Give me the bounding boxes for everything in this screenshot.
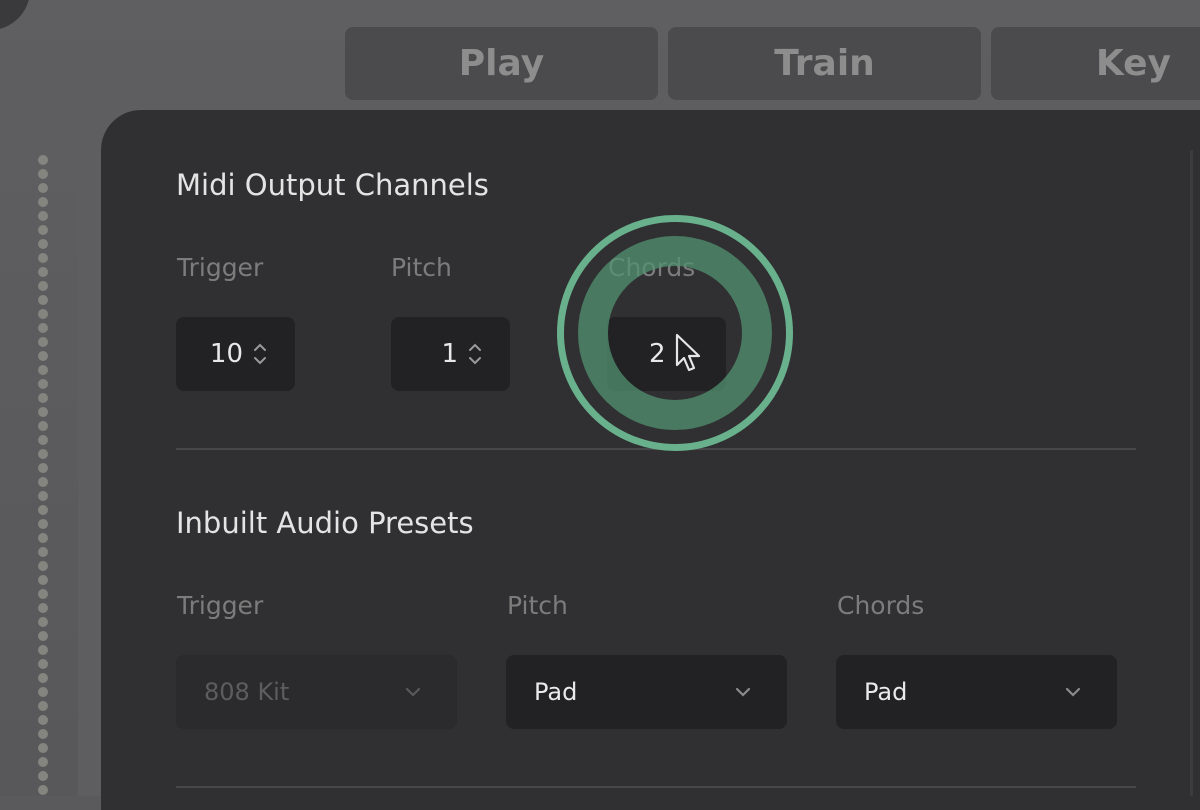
rail-dot [38,771,48,781]
chevron-down-icon [405,687,421,697]
midi-trigger-label: Trigger [177,253,264,282]
rail-dot [38,267,48,277]
rail-dot [38,477,48,487]
preset-chords-label: Chords [837,591,925,620]
tab-key[interactable]: Key [991,27,1200,100]
rail-dot [38,673,48,683]
panel-scrollbar[interactable] [1190,150,1193,796]
rail-dot [38,659,48,669]
rail-dot [38,225,48,235]
rail-dot [38,281,48,291]
tab-train[interactable]: Train [668,27,981,100]
rail-dot [38,547,48,557]
rail-dot [38,757,48,767]
midi-chords-value: 2 [649,339,666,369]
section-divider [176,448,1136,450]
rail-dot [38,743,48,753]
rail-dot [38,687,48,697]
midi-chords-label: Chords [608,253,696,282]
tab-play[interactable]: Play [345,27,658,100]
rail-dot [38,435,48,445]
preset-pitch-value: Pad [534,678,578,706]
rail-dot [38,449,48,459]
rail-dot [38,337,48,347]
chevron-down-icon [1065,687,1081,697]
rail-dot [38,491,48,501]
rail-dot [38,239,48,249]
chevron-down-icon [735,687,751,697]
rail-dot [38,533,48,543]
rail-dot [38,729,48,739]
rail-dot [38,575,48,585]
rail-dot [38,505,48,515]
preset-chords-value: Pad [864,678,908,706]
rail-dot [38,197,48,207]
rail-dot [38,365,48,375]
midi-trigger-stepper[interactable]: 10 [176,317,295,391]
side-strip [78,110,102,796]
rail-dot [38,309,48,319]
preset-pitch-select[interactable]: Pad [506,655,787,729]
rail-dot [38,211,48,221]
rail-dot [38,351,48,361]
preset-trigger-label: Trigger [177,591,264,620]
chevron-up-down-icon[interactable] [468,341,482,367]
chevron-up-down-icon[interactable] [253,341,267,367]
rail-dot [38,253,48,263]
midi-trigger-value: 10 [209,339,243,369]
rail-dot [38,323,48,333]
rail-dot [38,519,48,529]
rail-dot [38,407,48,417]
rail-dot [38,295,48,305]
midi-output-title: Midi Output Channels [176,168,489,202]
midi-pitch-label: Pitch [391,253,452,282]
midi-pitch-stepper[interactable]: 1 [391,317,510,391]
midi-chords-stepper[interactable]: 2 [607,317,726,391]
rail-dot [38,617,48,627]
preset-trigger-value: 808 Kit [204,678,290,706]
rail-dot [38,631,48,641]
rail-dot [38,785,48,795]
rail-dot [38,603,48,613]
rail-dot [38,155,48,165]
rail-dot [38,561,48,571]
rail-dot [38,645,48,655]
section-divider [176,786,1136,788]
rail-dot [38,183,48,193]
rail-dot [38,463,48,473]
rail-dot [38,169,48,179]
rail-dot [38,589,48,599]
rail-dot [38,701,48,711]
preset-trigger-select[interactable]: 808 Kit [176,655,457,729]
audio-presets-title: Inbuilt Audio Presets [176,506,474,540]
rail-dot [38,393,48,403]
preset-pitch-label: Pitch [507,591,568,620]
rail-dot [38,715,48,725]
rail-dot [38,379,48,389]
rail-dot [38,421,48,431]
midi-pitch-value: 1 [441,339,458,369]
mode-tabs: Play Train Key [345,27,1200,100]
dotted-rail [37,155,49,796]
preset-chords-select[interactable]: Pad [836,655,1117,729]
